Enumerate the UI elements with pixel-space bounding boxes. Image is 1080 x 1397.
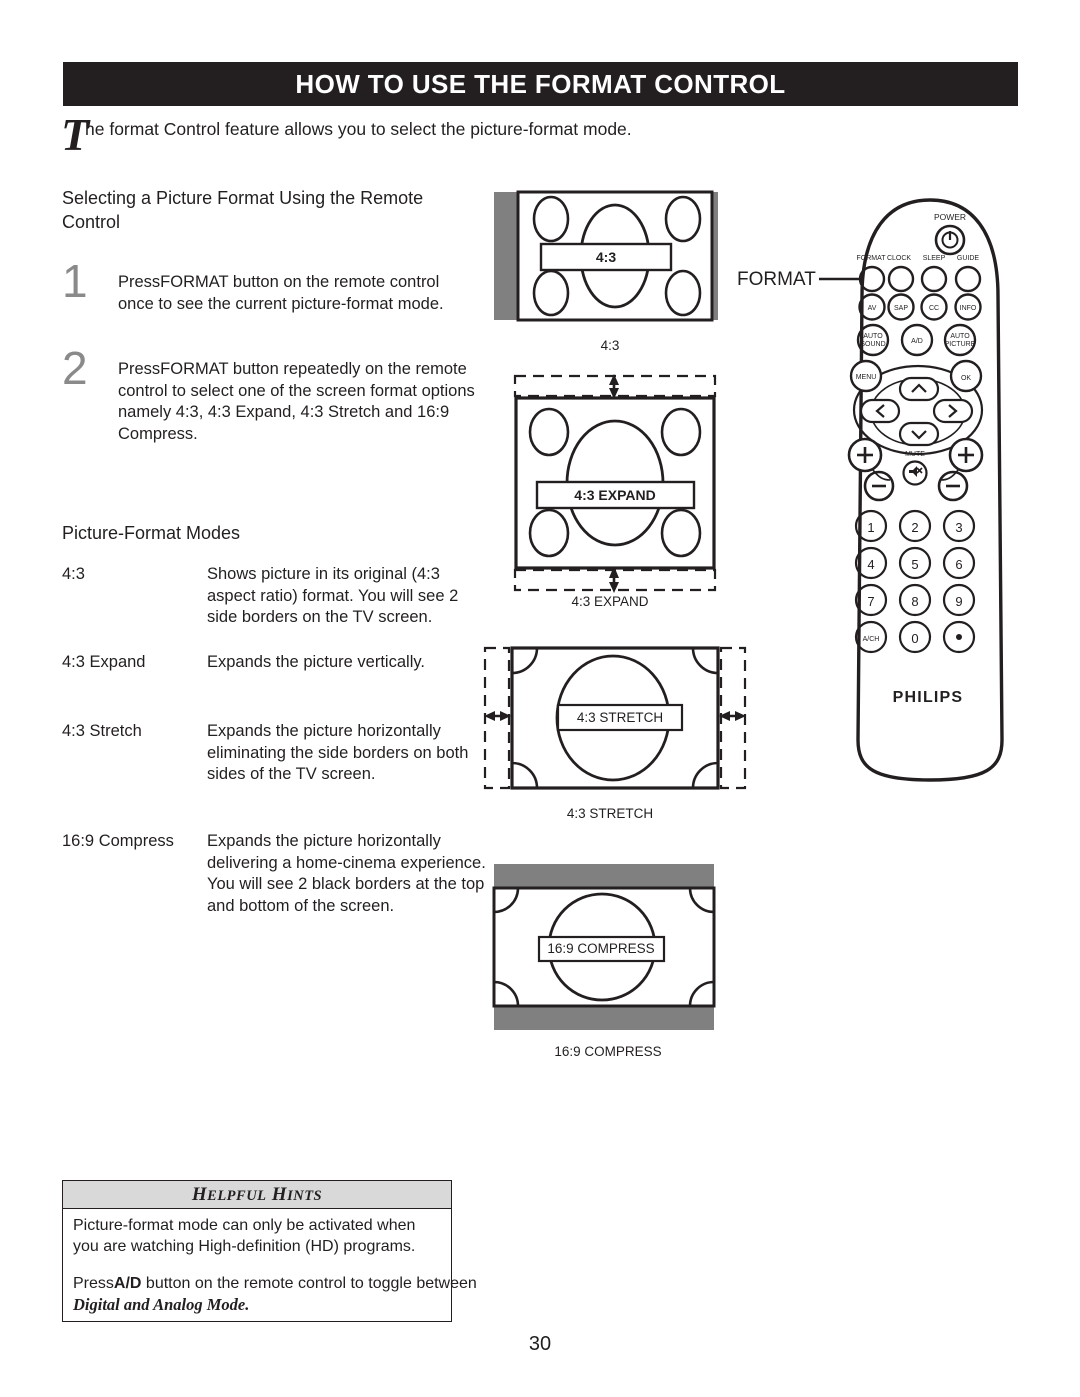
- diagram-caption: 4:3 STRETCH: [567, 806, 653, 821]
- menu-button-label: MENU: [856, 374, 877, 381]
- key-7-label: 7: [867, 594, 874, 609]
- cc-button-label: CC: [929, 305, 939, 312]
- format-callout-label: FORMAT: [737, 269, 816, 290]
- hint-ad-button-name: A/D: [113, 1275, 142, 1292]
- arrow-left-right-right: [719, 711, 746, 721]
- guide-button-label: GUIDE: [957, 255, 980, 262]
- diagram-caption: 4:3: [601, 338, 620, 353]
- helpful-hints-body: Picture-format mode can only be activate…: [63, 1209, 477, 1316]
- hint-press-word: Press: [73, 1275, 114, 1292]
- key-1-label: 1: [867, 520, 874, 535]
- diagram-4-3: 4:3 4:3: [494, 190, 718, 353]
- format-button-label: FORMAT: [856, 255, 886, 262]
- screen-label: 4:3: [596, 249, 616, 265]
- sleep-button-label: SLEEP: [923, 255, 946, 262]
- auto-picture-label-line2: PICTURE: [945, 341, 976, 348]
- nav-up-button[interactable]: [898, 376, 940, 402]
- manual-page: HOW TO USE THE FORMAT CONTROL T he forma…: [0, 0, 1080, 1397]
- auto-picture-label-line1: AUTO: [950, 333, 970, 340]
- format-callout: FORMAT: [737, 269, 872, 290]
- hint-line-3: Digital and Analog Mode.: [73, 1294, 443, 1316]
- nav-down-button[interactable]: [898, 421, 940, 447]
- hint-line2-rest: button on the remote control to toggle b…: [141, 1275, 477, 1292]
- screen-label: 16:9 COMPRESS: [547, 941, 654, 956]
- mute-label: MUTE: [905, 451, 925, 458]
- hint-digital-analog-mode: Digital and Analog Mode.: [73, 1295, 250, 1314]
- auto-sound-label-line2: SOUND: [860, 341, 885, 348]
- key-8-label: 8: [911, 594, 918, 609]
- helpful-hints-title: HELPFUL HINTS: [191, 1183, 323, 1205]
- brand-logo: PHILIPS: [893, 689, 964, 706]
- key-3-label: 3: [955, 520, 962, 535]
- screen-label: 4:3 EXPAND: [574, 487, 655, 503]
- arrow-left-right-left: [484, 711, 511, 721]
- key-ach-label: A/CH: [863, 636, 880, 643]
- screen-label: 4:3 STRETCH: [577, 710, 663, 725]
- diagram-16-9-compress: 16:9 COMPRESS 16:9 COMPRESS: [492, 864, 716, 1059]
- ok-button-label: OK: [961, 375, 971, 382]
- nav-right-button[interactable]: [932, 398, 974, 424]
- sap-button-label: SAP: [894, 305, 908, 312]
- key-0-label: 0: [911, 631, 918, 646]
- key-2-label: 2: [911, 520, 918, 535]
- hint-line-2: PressA/D button on the remote control to…: [73, 1273, 477, 1294]
- helpful-hints-box: HELPFUL HINTS Picture-format mode can on…: [62, 1180, 477, 1322]
- key-9-label: 9: [955, 594, 962, 609]
- info-button-label: INFO: [960, 305, 977, 312]
- diagram-4-3-stretch: 4:3 STRETCH 4:3 STRETCH: [483, 646, 747, 821]
- key-4-label: 4: [867, 557, 874, 572]
- av-button-label: AV: [868, 305, 877, 312]
- remote-control: POWER FORMAT CLOCK SLEEP GUIDE AV SAP CC…: [847, 198, 1004, 782]
- key-dot-icon: [956, 634, 962, 640]
- power-label: POWER: [934, 212, 966, 222]
- clock-button-label: CLOCK: [887, 255, 911, 262]
- diagram-4-3-expand: 4:3 EXPAND 4:3 EXPAND: [513, 374, 717, 609]
- nav-left-button[interactable]: [859, 398, 901, 424]
- key-6-label: 6: [955, 557, 962, 572]
- page-number: 30: [528, 1333, 552, 1355]
- hint-spacer: [73, 1257, 443, 1273]
- diagram-caption: 4:3 EXPAND: [571, 594, 648, 609]
- diagram-caption: 16:9 COMPRESS: [554, 1044, 661, 1059]
- key-5-label: 5: [911, 557, 918, 572]
- auto-sound-label-line1: AUTO: [863, 333, 883, 340]
- hint-line-1: Picture-format mode can only be activate…: [73, 1217, 416, 1255]
- ad-button-label: A/D: [911, 338, 923, 345]
- helpful-hints-header: HELPFUL HINTS: [63, 1181, 451, 1209]
